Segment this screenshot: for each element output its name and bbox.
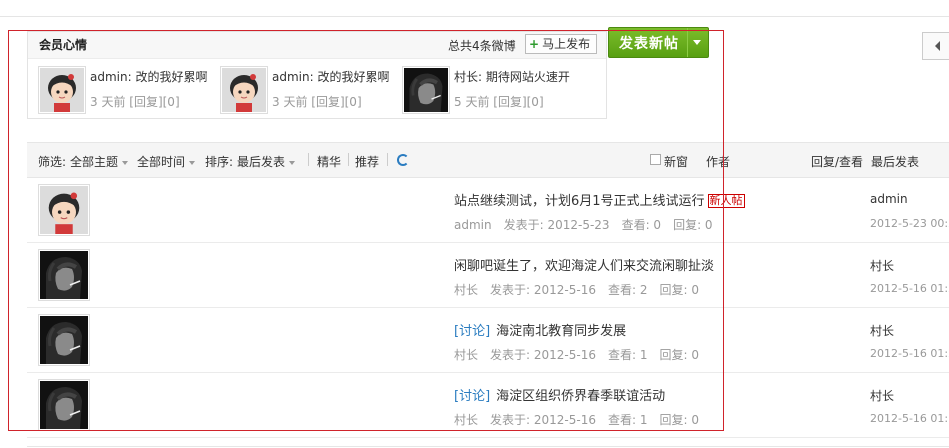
new-user-badge: 新人帖 [707,194,745,208]
thread-author[interactable]: 村长 [454,283,478,297]
thread-views: 查看: 0 [621,218,662,232]
filter-digest-link[interactable]: 精华 [317,153,341,170]
thread-meta: admin 发表于: 2012-5-23 查看: 0 回复: 0 [454,216,725,233]
caret-down-icon [189,160,196,165]
filter-topics-dropdown[interactable]: 全部主题 [70,153,129,170]
thread-replies: 回复: 0 [659,348,699,362]
user-avatar[interactable] [38,66,86,114]
thread-row: [讨论] 海淀南北教育同步发展 村长 发表于: 2012-5-16 查看: 1 回复: … [27,308,949,373]
thread-title[interactable]: [讨论] 海淀区组织侨界春季联谊活动 [454,385,665,404]
thread-meta: 村长 发表于: 2012-5-16 查看: 1 回复: 0 [454,346,711,363]
new-post-label: 发表新帖 [619,36,679,52]
thread-meta: 村长 发表于: 2012-5-16 查看: 1 回复: 0 [454,411,711,428]
thread-title-text[interactable]: 站点继续测试，计划6月1号正式上线试运行 [454,194,705,209]
thread-title[interactable]: 闲聊吧诞生了，欢迎海淀人们来交流闲聊扯淡 [454,255,714,274]
last-post-time[interactable]: 2012-5-23 00:23 [870,217,949,230]
last-post-time[interactable]: 2012-5-16 01:20 [870,347,949,360]
user-avatar[interactable] [402,66,450,114]
caret-down-icon [122,160,129,165]
user-avatar[interactable] [38,379,90,431]
thread-posted-on: 发表于: 2012-5-16 [490,413,596,427]
thread-replies: 回复: 0 [659,283,699,297]
divider [27,446,949,447]
thread-title[interactable]: [讨论] 海淀南北教育同步发展 [454,320,626,339]
mood-title: 会员心情 [39,38,88,52]
sort-label: 排序: [205,155,234,169]
mood-text[interactable]: admin: 改的我好累啊 [272,68,389,85]
thread-views: 查看: 2 [607,283,648,297]
arrow-left-icon [935,41,940,51]
thread-posted-on: 发表于: 2012-5-16 [490,348,596,362]
thread-row: 闲聊吧诞生了，欢迎海淀人们来交流闲聊扯淡 村长 发表于: 2012-5-16 查看:… [27,243,949,308]
filter-time-label: 全部时间 [137,155,186,169]
mood-meta[interactable]: 5 天前 [回复][0] [454,93,544,110]
new-window-label[interactable]: 新窗 [664,153,688,170]
thread-category-tag[interactable]: [讨论] [454,389,490,404]
member-mood-panel: 会员心情 总共4条微博 + 马上发布 admin: 改的我好累啊 3 天前 [回复… [27,31,607,119]
user-avatar[interactable] [38,184,90,236]
divider [387,153,388,166]
thread-row: [讨论] 海淀区组织侨界春季联谊活动 村长 发表于: 2012-5-16 查看: 1回… [27,373,949,438]
last-post-author[interactable]: 村长 [870,387,894,404]
mood-item: admin: 改的我好累啊 3 天前 [回复][0] [38,66,218,114]
last-post-author[interactable]: 村长 [870,322,894,339]
filter-label: 筛选: [38,155,67,169]
last-post-author[interactable]: 村长 [870,257,894,274]
divider [308,153,309,166]
column-last-post[interactable]: 最后发表 [871,153,919,170]
thread-title[interactable]: 站点继续测试，计划6月1号正式上线试运行 新人帖 [454,190,745,209]
top-strip [0,0,949,17]
thread-title-text[interactable]: 海淀区组织侨界春季联谊活动 [496,389,665,404]
user-avatar[interactable] [220,66,268,114]
thread-title-text[interactable]: 闲聊吧诞生了，欢迎海淀人们来交流闲聊扯淡 [454,259,714,274]
post-now-label: 马上发布 [542,37,591,51]
refresh-icon[interactable] [397,154,409,166]
mood-item: admin: 改的我好累啊 3 天前 [回复][0] [220,66,400,114]
mood-item: 村长: 期待网站火速开 5 天前 [回复][0] [402,66,582,114]
user-avatar[interactable] [38,314,90,366]
mood-meta[interactable]: 3 天前 [回复][0] [272,93,362,110]
user-avatar[interactable] [38,249,90,301]
thread-meta: 村长 发表于: 2012-5-16 查看: 2 回复: 0 [454,281,711,298]
thread-posted-on: 发表于: 2012-5-16 [490,283,596,297]
mood-meta[interactable]: 3 天前 [回复][0] [90,93,180,110]
last-post-author[interactable]: admin [870,192,908,206]
column-replies-views[interactable]: 回复/查看 [811,153,863,170]
mood-text[interactable]: admin: 改的我好累啊 [90,68,207,85]
button-divider [687,28,688,57]
side-toggle-button[interactable] [922,32,949,60]
thread-title-text[interactable]: 海淀南北教育同步发展 [496,324,626,339]
thread-replies: 回复: 0 [659,413,699,427]
thread-replies: 回复: 0 [673,218,713,232]
filter-recommend-link[interactable]: 推荐 [355,153,379,170]
last-post-time[interactable]: 2012-5-16 01:19 [870,412,949,425]
thread-author[interactable]: 村长 [454,348,478,362]
sort-value: 最后发表 [237,155,286,169]
thread-author[interactable]: admin [454,218,492,232]
thread-views: 查看: 1 [607,413,648,427]
divider [348,153,349,166]
new-post-button[interactable]: 发表新帖 [608,27,709,58]
plus-icon: + [529,37,540,51]
column-author: 作者 [706,155,731,169]
thread-category-tag[interactable]: [讨论] [454,324,490,339]
thread-row: 站点继续测试，计划6月1号正式上线试运行 新人帖 admin 发表于: 2012-5… [27,178,949,243]
filter-time-dropdown[interactable]: 全部时间 [137,153,196,170]
thread-filter-bar: 筛选: 全部主题 全部时间 排序: 最后发表 精华 推荐 新窗 作者 回复/查看… [27,142,949,178]
sort-dropdown[interactable]: 最后发表 [237,153,296,170]
thread-posted-on: 发表于: 2012-5-23 [503,218,610,232]
thread-author[interactable]: 村长 [454,413,478,427]
new-window-checkbox[interactable] [650,154,661,165]
chevron-down-icon[interactable] [693,40,701,45]
post-now-button[interactable]: + 马上发布 [525,34,598,54]
filter-topics-label: 全部主题 [70,155,119,169]
last-post-time[interactable]: 2012-5-16 01:22 [870,282,949,295]
caret-down-icon [289,160,296,165]
mood-panel-header: 会员心情 总共4条微博 + 马上发布 [28,32,606,59]
thread-views: 查看: 1 [607,348,648,362]
mood-text[interactable]: 村长: 期待网站火速开 [454,68,570,85]
mood-count[interactable]: 总共4条微博 [448,37,516,54]
